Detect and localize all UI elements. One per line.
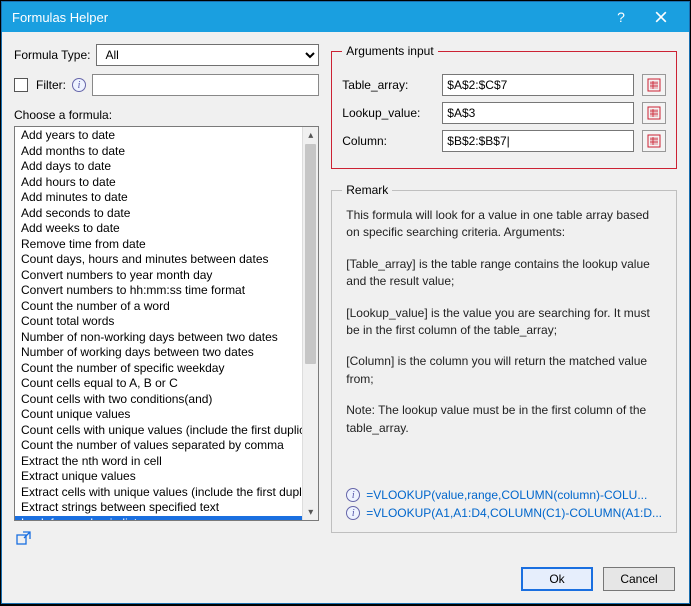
column-ref-button[interactable] xyxy=(642,130,666,152)
dialog-window: Formulas Helper ? Formula Type: All Filt… xyxy=(1,1,690,604)
left-column: Formula Type: All Filter: i Choose a for… xyxy=(14,44,319,547)
list-item[interactable]: Convert numbers to hh:mm:ss time format xyxy=(15,283,302,299)
remark-p3: [Lookup_value] is the value you are sear… xyxy=(346,305,662,340)
list-item[interactable]: Count the number of values separated by … xyxy=(15,438,302,454)
list-item[interactable]: Extract unique values xyxy=(15,469,302,485)
list-item[interactable]: Count unique values xyxy=(15,407,302,423)
list-item[interactable]: Extract the nth word in cell xyxy=(15,454,302,470)
table-array-input[interactable] xyxy=(442,74,634,96)
ok-button[interactable]: Ok xyxy=(521,567,593,591)
column-label: Column: xyxy=(342,134,434,148)
list-item[interactable]: Add weeks to date xyxy=(15,221,302,237)
remark-fieldset: Remark This formula will look for a valu… xyxy=(331,183,677,533)
arguments-legend: Arguments input xyxy=(342,44,437,58)
remark-legend: Remark xyxy=(342,183,392,197)
right-column: Arguments input Table_array: Lookup_valu… xyxy=(331,44,677,547)
list-item[interactable]: Look for a value in list xyxy=(15,516,302,521)
scroll-thumb[interactable] xyxy=(305,144,316,364)
list-item[interactable]: Extract strings between specified text xyxy=(15,500,302,516)
list-item[interactable]: Number of non-working days between two d… xyxy=(15,330,302,346)
formula-type-label: Formula Type: xyxy=(14,48,90,62)
formula-example-link[interactable]: =VLOOKUP(value,range,COLUMN(column)-COLU… xyxy=(366,488,647,502)
scroll-down-icon[interactable]: ▾ xyxy=(303,504,318,520)
list-item[interactable]: Count total words xyxy=(15,314,302,330)
remark-p1: This formula will look for a value in on… xyxy=(346,207,662,242)
info-icon[interactable]: i xyxy=(72,78,86,92)
list-item[interactable]: Extract cells with unique values (includ… xyxy=(15,485,302,501)
list-item[interactable]: Add days to date xyxy=(15,159,302,175)
window-title: Formulas Helper xyxy=(12,10,601,25)
lookup-value-label: Lookup_value: xyxy=(342,106,434,120)
list-item[interactable]: Add hours to date xyxy=(15,175,302,191)
button-bar: Ok Cancel xyxy=(2,559,689,603)
list-item[interactable]: Count cells with two conditions(and) xyxy=(15,392,302,408)
popout-button[interactable] xyxy=(14,529,34,547)
close-button[interactable] xyxy=(641,3,681,31)
list-item[interactable]: Convert numbers to year month day xyxy=(15,268,302,284)
list-item[interactable]: Count the number of specific weekday xyxy=(15,361,302,377)
scroll-up-icon[interactable]: ▴ xyxy=(303,127,318,143)
filter-label: Filter: xyxy=(36,78,66,92)
titlebar[interactable]: Formulas Helper ? xyxy=(2,2,689,32)
remark-p5: Note: The lookup value must be in the fi… xyxy=(346,402,662,437)
list-item[interactable]: Number of working days between two dates xyxy=(15,345,302,361)
list-item[interactable]: Add seconds to date xyxy=(15,206,302,222)
lookup-value-input[interactable] xyxy=(442,102,634,124)
scrollbar[interactable]: ▴ ▾ xyxy=(302,127,318,520)
list-item[interactable]: Count cells equal to A, B or C xyxy=(15,376,302,392)
list-item[interactable]: Count cells with unique values (include … xyxy=(15,423,302,439)
formula-type-select[interactable]: All xyxy=(96,44,319,66)
remark-p4: [Column] is the column you will return t… xyxy=(346,353,662,388)
help-button[interactable]: ? xyxy=(601,3,641,31)
remark-body: This formula will look for a value in on… xyxy=(342,207,666,486)
list-item[interactable]: Count days, hours and minutes between da… xyxy=(15,252,302,268)
info-icon: i xyxy=(346,506,360,520)
list-item[interactable]: Add minutes to date xyxy=(15,190,302,206)
list-item[interactable]: Count the number of a word xyxy=(15,299,302,315)
list-item[interactable]: Remove time from date xyxy=(15,237,302,253)
column-input[interactable] xyxy=(442,130,634,152)
choose-formula-label: Choose a formula: xyxy=(14,108,319,122)
table-array-label: Table_array: xyxy=(342,78,434,92)
info-icon: i xyxy=(346,488,360,502)
cancel-button[interactable]: Cancel xyxy=(603,567,675,591)
formula-listbox[interactable]: Add years to dateAdd months to dateAdd d… xyxy=(14,126,319,521)
remark-p2: [Table_array] is the table range contain… xyxy=(346,256,662,291)
dialog-body: Formula Type: All Filter: i Choose a for… xyxy=(2,32,689,559)
filter-input[interactable] xyxy=(92,74,319,96)
arguments-fieldset: Arguments input Table_array: Lookup_valu… xyxy=(331,44,677,169)
list-item[interactable]: Add years to date xyxy=(15,128,302,144)
formula-example-link[interactable]: =VLOOKUP(A1,A1:D4,COLUMN(C1)-COLUMN(A1:D… xyxy=(366,506,662,520)
lookup-value-ref-button[interactable] xyxy=(642,102,666,124)
filter-checkbox[interactable] xyxy=(14,78,28,92)
list-item[interactable]: Add months to date xyxy=(15,144,302,160)
table-array-ref-button[interactable] xyxy=(642,74,666,96)
